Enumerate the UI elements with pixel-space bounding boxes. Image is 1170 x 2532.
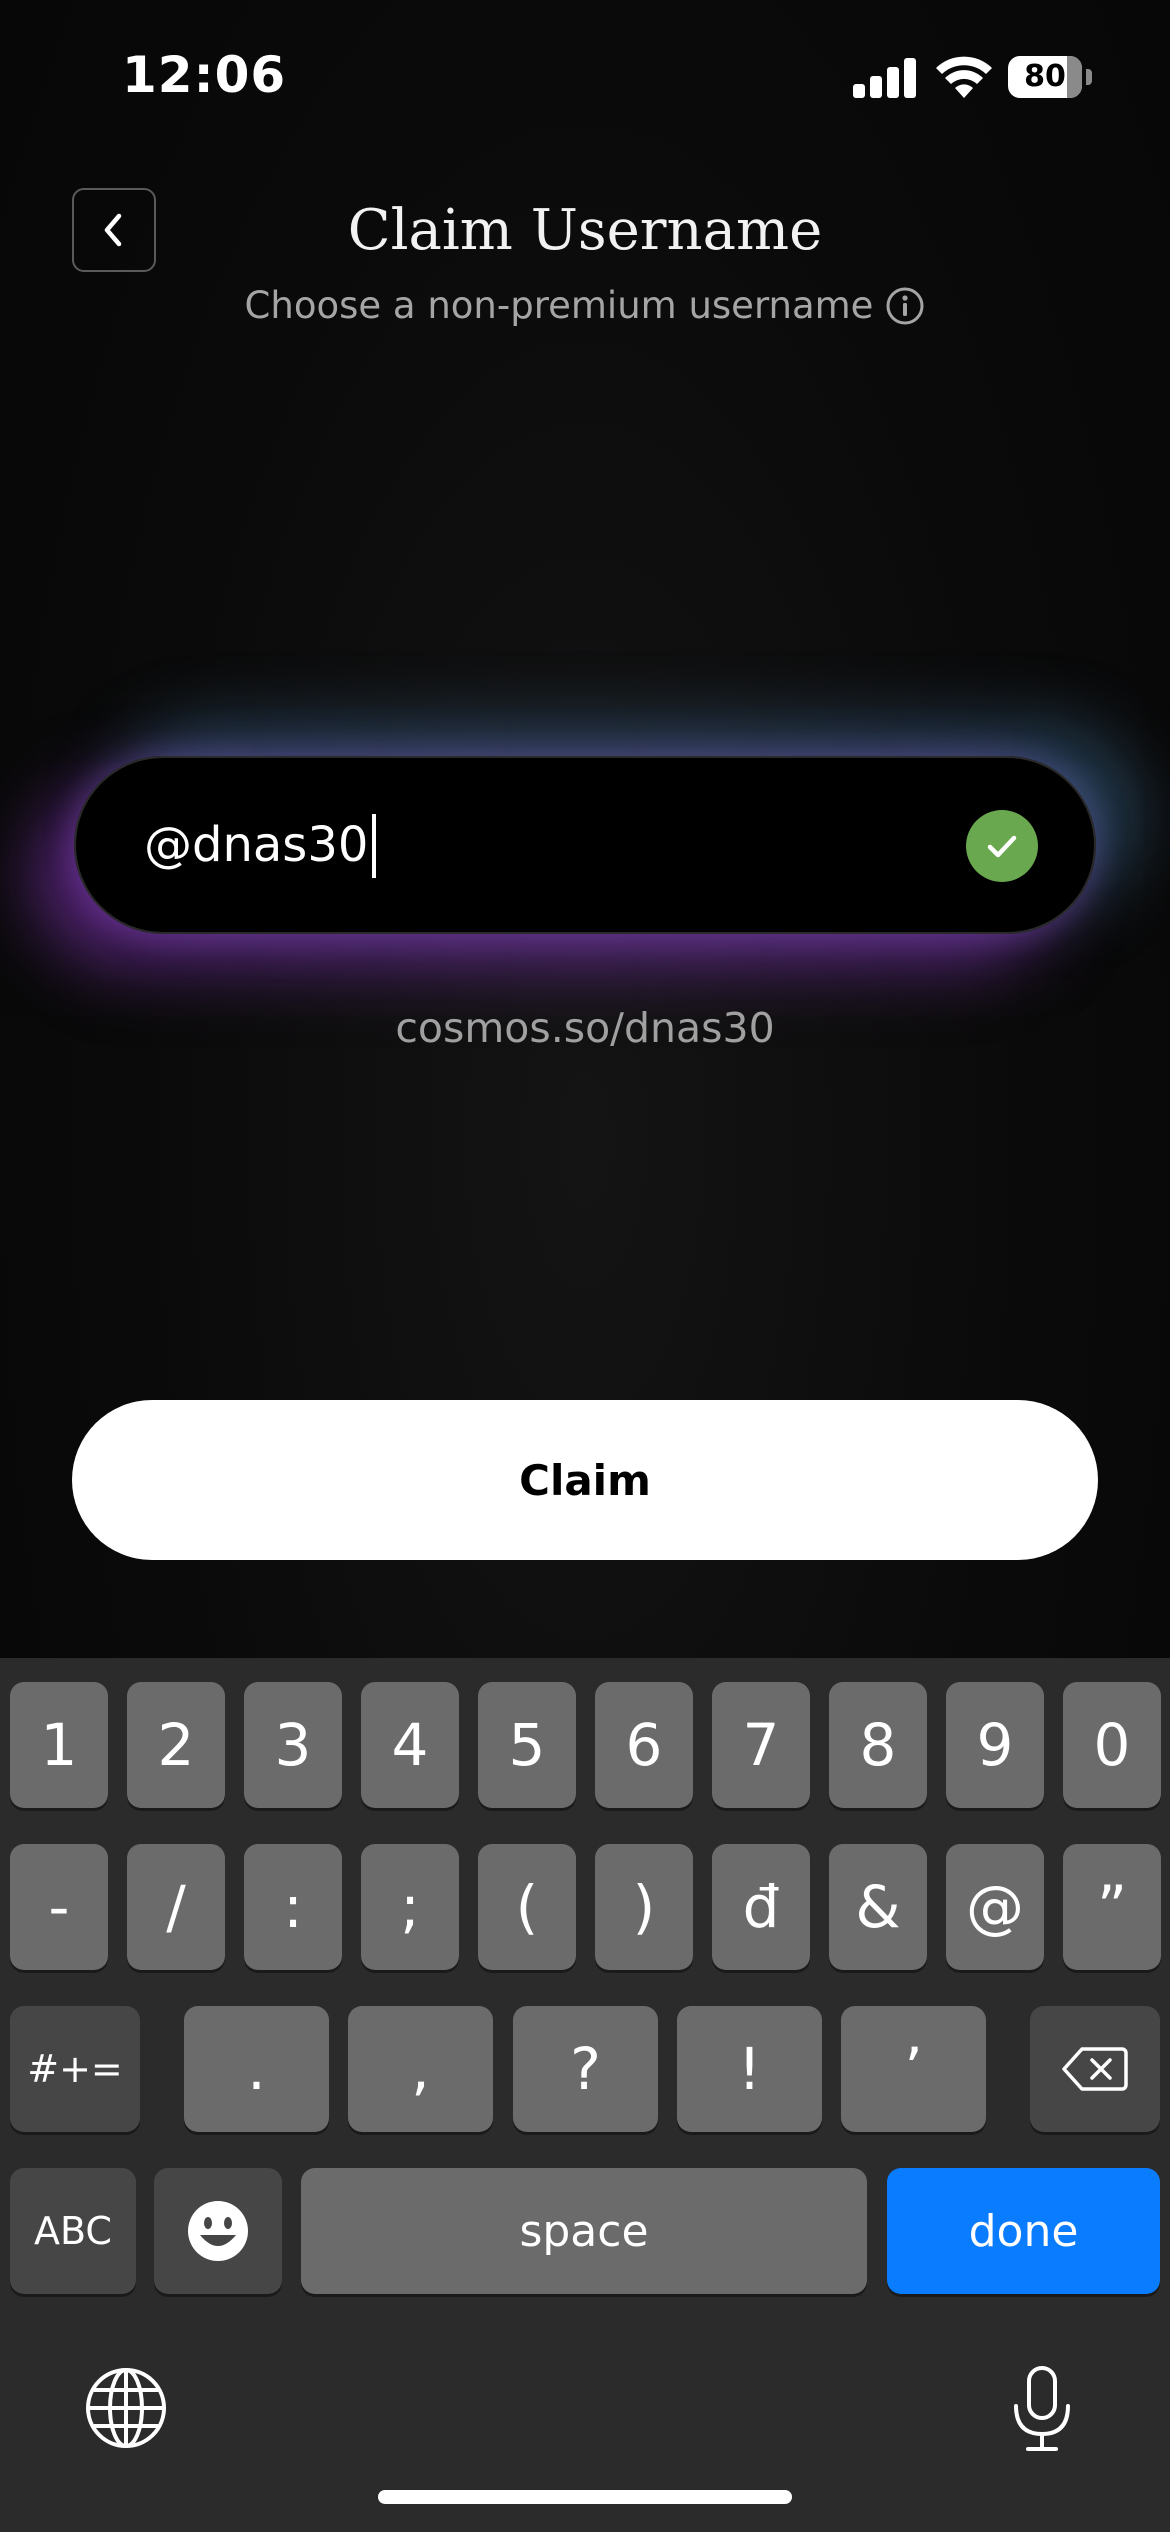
claim-button-label: Claim <box>519 1455 651 1505</box>
key[interactable]: @ <box>946 1844 1044 1970</box>
key[interactable]: 9 <box>946 1682 1044 1808</box>
key[interactable]: ; <box>361 1844 459 1970</box>
key[interactable]: ’ <box>841 2006 986 2132</box>
globe-icon[interactable] <box>84 2366 168 2450</box>
key[interactable]: - <box>10 1844 108 1970</box>
key[interactable]: . <box>184 2006 329 2132</box>
key[interactable]: 3 <box>244 1682 342 1808</box>
claim-button[interactable]: Claim <box>72 1400 1098 1560</box>
username-field[interactable]: @dnas30 <box>74 756 1096 934</box>
microphone-icon[interactable] <box>1010 2364 1074 2454</box>
key[interactable]: 1 <box>10 1682 108 1808</box>
battery-icon: 80 <box>1008 56 1092 98</box>
space-key[interactable]: space <box>301 2168 867 2294</box>
key[interactable]: 0 <box>1063 1682 1161 1808</box>
key[interactable]: ? <box>513 2006 658 2132</box>
key[interactable]: & <box>829 1844 927 1970</box>
wifi-icon <box>936 56 992 98</box>
battery-cap <box>1086 69 1092 85</box>
key[interactable]: ( <box>478 1844 576 1970</box>
key[interactable]: ! <box>677 2006 822 2132</box>
emoji-key[interactable] <box>154 2168 282 2294</box>
emoji-icon <box>188 2201 248 2261</box>
subtitle-row: Choose a non-premium username <box>0 284 1170 327</box>
key[interactable]: ) <box>595 1844 693 1970</box>
screen: 12:06 80 Claim Username Choose a non-pre… <box>0 0 1170 2532</box>
key[interactable]: 4 <box>361 1682 459 1808</box>
subtitle: Choose a non-premium username <box>244 284 874 327</box>
key[interactable]: 8 <box>829 1682 927 1808</box>
status-time: 12:06 <box>122 46 287 104</box>
key[interactable]: đ <box>712 1844 810 1970</box>
cellular-signal-icon <box>853 58 916 98</box>
battery-empty-portion <box>1067 56 1082 98</box>
battery-level: 80 <box>1008 56 1082 98</box>
backspace-icon <box>1062 2047 1128 2091</box>
key[interactable]: 5 <box>478 1682 576 1808</box>
key[interactable]: 2 <box>127 1682 225 1808</box>
keyboard: 1 2 3 4 5 6 7 8 9 0 - / : ; ( ) đ & @ ” … <box>0 1658 1170 2532</box>
done-key[interactable]: done <box>887 2168 1160 2294</box>
info-icon[interactable] <box>885 286 925 326</box>
key[interactable]: 7 <box>712 1682 810 1808</box>
delete-key[interactable] <box>1030 2006 1160 2132</box>
abc-key[interactable]: ABC <box>10 2168 136 2294</box>
page-title: Claim Username <box>347 198 823 263</box>
home-indicator[interactable] <box>378 2490 792 2504</box>
key[interactable]: , <box>348 2006 493 2132</box>
key[interactable]: : <box>244 1844 342 1970</box>
key[interactable]: 6 <box>595 1682 693 1808</box>
valid-check-icon <box>966 810 1038 882</box>
checkmark-icon <box>987 835 1017 858</box>
profile-url-preview: cosmos.so/dnas30 <box>395 1004 775 1052</box>
symbols-key[interactable]: #+= <box>10 2006 140 2132</box>
key[interactable]: ” <box>1063 1844 1161 1970</box>
key[interactable]: / <box>127 1844 225 1970</box>
text-cursor <box>372 814 376 878</box>
username-input[interactable]: @dnas30 <box>144 810 368 880</box>
status-bar: 12:06 80 <box>0 0 1170 150</box>
